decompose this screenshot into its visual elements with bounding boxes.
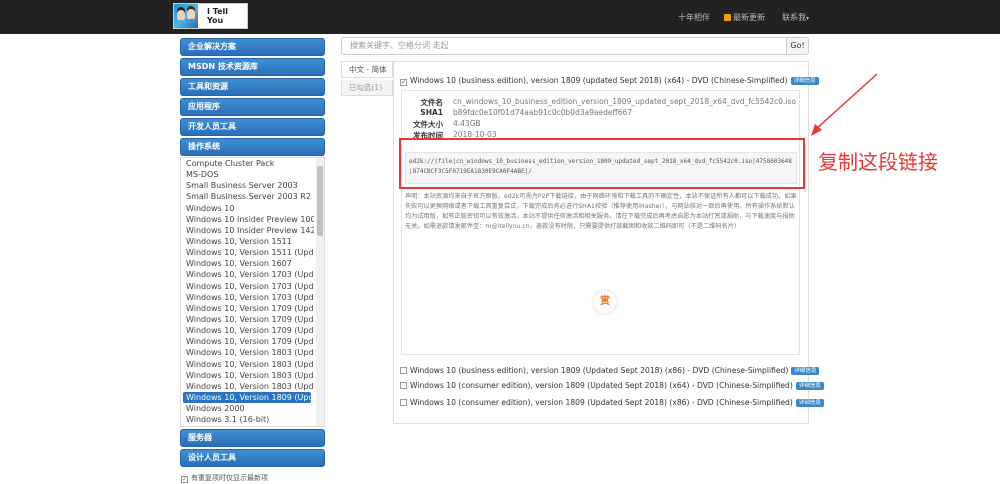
download-checkbox[interactable] — [400, 382, 407, 389]
os-list-item[interactable]: Windows 10, Version 1703 (Upda — [181, 281, 314, 292]
sidebar-item-tools[interactable]: 工具和资源 — [180, 78, 325, 96]
os-list-item[interactable]: Windows 10, Version 1809 (Upd... — [183, 391, 311, 404]
tab-checked[interactable]: 已勾选(1) — [341, 80, 393, 96]
download-title[interactable]: Windows 10 (consumer edition), version 1… — [410, 398, 793, 407]
download-checkbox[interactable] — [400, 399, 407, 406]
filesize-value: 4.43GB — [453, 119, 481, 128]
sha1-value: b89fdc0e10f01d74aab91c0c0b0d3a9aedeff667 — [453, 108, 633, 117]
caret-down-icon: ▾ — [806, 15, 810, 22]
os-list-item[interactable]: Windows 10 Insider Preview 10074 — [181, 214, 314, 225]
os-list-item[interactable]: Windows 10, Version 1511 (Upda — [181, 247, 314, 258]
search-go-button[interactable]: Go! — [786, 37, 809, 55]
filename-value: cn_windows_10_business_edition_version_1… — [453, 97, 797, 106]
dedupe-label: 有重复项时仅显示最新项 — [191, 474, 268, 482]
os-list-item[interactable]: Windows 10 — [181, 203, 314, 214]
sidebar-item-designer-tools[interactable]: 设计人员工具 — [180, 449, 325, 467]
details-tag[interactable]: 详细信息 — [795, 382, 824, 390]
sidebar-item-os[interactable]: 操作系统 — [180, 138, 325, 156]
nav-ten-years[interactable]: 十年相伴 — [678, 12, 710, 23]
os-list-item[interactable]: Windows 10, Version 1803 (Upda — [181, 381, 314, 392]
sidebar-item-msdn[interactable]: MSDN 技术资源库 — [180, 58, 325, 76]
os-list-item[interactable]: Windows 10 Insider Preview 14295 — [181, 225, 314, 236]
logo-image — [174, 4, 198, 28]
sidebar-categories: 企业解决方案 MSDN 技术资源库 工具和资源 应用程序 开发人员工具 操作系统 — [180, 38, 325, 158]
tab-chinese-simplified[interactable]: 中文 - 简体 — [341, 61, 393, 78]
sha1-label: SHA1 — [420, 108, 443, 117]
language-tabs: 中文 - 简体 已勾选(1) — [341, 61, 393, 96]
sidebar-item-apps[interactable]: 应用程序 — [180, 98, 325, 116]
sidebar-item-enterprise[interactable]: 企业解决方案 — [180, 38, 325, 56]
os-list-item[interactable]: Small Business Server 2003 R2 — [181, 191, 314, 202]
sidebar-item-dev-tools[interactable]: 开发人员工具 — [180, 118, 325, 136]
os-list-item[interactable]: Windows 2000 — [181, 403, 314, 414]
download-checkbox[interactable]: ✓ — [400, 79, 407, 86]
download-title[interactable]: Windows 10 (consumer edition), version 1… — [410, 381, 793, 390]
details-tag[interactable]: 详细信息 — [791, 367, 820, 375]
filename-label: 文件名 — [420, 98, 444, 107]
details-tag[interactable]: 详细信息 — [795, 399, 824, 407]
os-list-item[interactable]: Compute Cluster Pack — [181, 158, 314, 169]
filesize-label: 文件大小 — [413, 120, 443, 129]
annotation-highlight-box — [399, 138, 805, 189]
os-list-item[interactable]: Windows 10, Version 1709 (Upda — [181, 336, 314, 347]
os-list-item[interactable]: MS-DOS — [181, 169, 314, 180]
os-list-item[interactable]: Windows 10, Version 1803 (Upda — [181, 347, 314, 358]
search-input[interactable]: 搜索关键字、空格分词 走起 — [341, 37, 788, 55]
download-title[interactable]: Windows 10 (business edition), version 1… — [410, 76, 788, 85]
os-list-item[interactable]: Windows 10, Version 1709 (Upda — [181, 303, 314, 314]
os-list-item[interactable]: Windows 10, Version 1607 — [181, 258, 314, 269]
top-navbar: I Tell You 十年相伴 最新更新 联系我▾ — [0, 0, 1000, 34]
download-checkbox[interactable] — [400, 367, 407, 374]
dedupe-option[interactable]: ✓ 有重复项时仅显示最新项 — [181, 473, 268, 483]
annotation-text: 复制这段链接 — [818, 150, 938, 174]
download-title[interactable]: Windows 10 (business edition), version 1… — [410, 366, 788, 375]
os-list-item[interactable]: Windows 10, Version 1709 (Upda — [181, 314, 314, 325]
nav-contact[interactable]: 联系我▾ — [782, 12, 809, 23]
download-item[interactable]: Windows 10 (consumer edition), version 1… — [400, 381, 824, 390]
os-item-list[interactable]: Compute Cluster Pack MS-DOS Small Business… — [180, 157, 325, 427]
os-list-item[interactable]: Windows 10, Version 1803 (Upda — [181, 370, 314, 381]
site-logo[interactable]: I Tell You — [173, 3, 248, 29]
scroll-thumb[interactable] — [317, 166, 323, 236]
dedupe-checkbox[interactable]: ✓ — [181, 476, 188, 483]
nav-latest-updates[interactable]: 最新更新 — [724, 12, 765, 23]
reward-button[interactable]: 赏 — [594, 291, 616, 313]
os-list-item[interactable]: Windows 10, Version 1511 — [181, 236, 314, 247]
os-list-item[interactable]: Windows 10, Version 1709 (Upda — [181, 325, 314, 336]
download-item[interactable]: Windows 10 (business edition), version 1… — [400, 366, 820, 375]
logo-text: I Tell You — [206, 7, 229, 25]
download-item[interactable]: Windows 10 (consumer edition), version 1… — [400, 398, 824, 407]
os-list-item[interactable]: Windows 3.1 (16-bit) — [181, 414, 314, 425]
os-list-item[interactable]: Small Business Server 2003 — [181, 180, 314, 191]
os-list-item[interactable]: Windows 10, Version 1703 (Upda — [181, 269, 314, 280]
os-list-item[interactable]: Windows 10, Version 1803 (Upda — [181, 359, 314, 370]
rss-icon — [724, 14, 731, 21]
arrow-line — [814, 73, 878, 131]
download-item[interactable]: ✓ Windows 10 (business edition), version … — [400, 76, 819, 86]
os-list-item[interactable]: Windows 10, Version 1703 (Upda — [181, 292, 314, 303]
disclaimer-text: 声明：本站资源均来自于官方原版，ed2k可视为P2P下载链接，由于网络环境和下载… — [405, 193, 797, 230]
os-list-scrollbar[interactable] — [316, 158, 324, 426]
sidebar-item-servers[interactable]: 服务器 — [180, 429, 325, 447]
annotation-arrow — [811, 73, 878, 136]
